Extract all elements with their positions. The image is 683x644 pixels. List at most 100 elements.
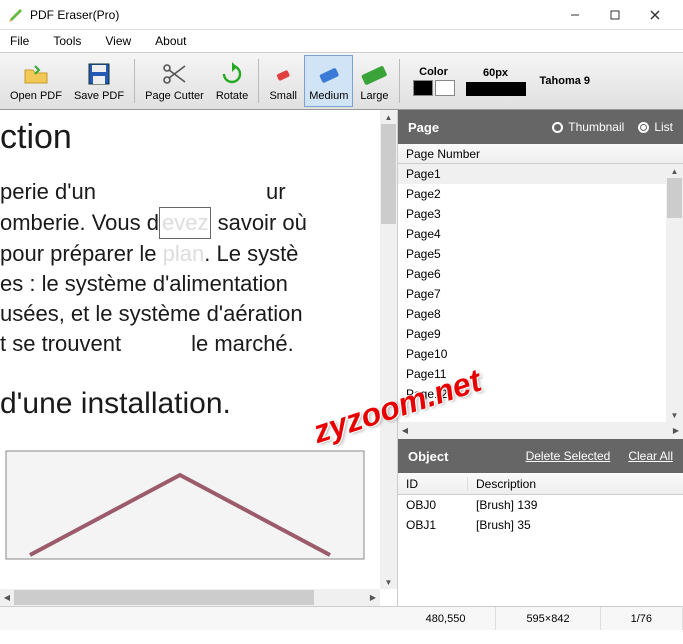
doc-heading: ction [0,118,380,157]
scroll-down-icon[interactable]: ▼ [666,408,683,422]
folder-open-icon [22,60,50,88]
canvas[interactable]: ction perie d'unur omberie. Vous devez s… [0,110,398,606]
eraser-large-label: Large [360,90,388,102]
brush-size[interactable]: 60px [466,67,526,96]
status-dimensions: 595×842 [496,607,600,630]
document-view[interactable]: ction perie d'unur omberie. Vous devez s… [0,110,380,589]
scroll-down-icon[interactable]: ▼ [380,575,397,589]
scroll-thumb[interactable] [14,590,314,605]
open-pdf-button[interactable]: Open PDF [5,55,67,107]
menu-file[interactable]: File [10,34,29,48]
obj-col-desc: Description [468,477,683,491]
eraser-small-button[interactable]: Small [264,55,302,107]
object-row[interactable]: OBJ0[Brush] 139 [398,495,683,515]
eraser-medium-label: Medium [309,90,348,102]
scroll-thumb[interactable] [667,178,682,218]
save-pdf-label: Save PDF [74,90,124,102]
object-list[interactable]: OBJ0[Brush] 139OBJ1[Brush] 35 [398,495,683,606]
menubar: File Tools View About [0,30,683,52]
clear-all-link[interactable]: Clear All [628,449,673,463]
object-column-header[interactable]: ID Description [398,473,683,495]
eraser-medium-button[interactable]: Medium [304,55,353,107]
rotate-label: Rotate [216,90,248,102]
object-header-label: Object [408,449,448,464]
color-label: Color [419,66,448,78]
house-drawing [0,445,370,565]
scissors-icon [160,60,188,88]
page-list-item[interactable]: Page3 [398,204,683,224]
font-label[interactable]: Tahoma 9 [540,75,591,87]
canvas-vscrollbar[interactable]: ▲ ▼ [380,110,397,589]
eraser-small-icon [269,60,297,88]
titlebar: PDF Eraser(Pro) [0,0,683,30]
menu-about[interactable]: About [155,34,186,48]
scroll-left-icon[interactable]: ◀ [0,589,14,606]
eraser-large-icon [360,60,388,88]
swatch-black[interactable] [413,80,433,96]
window-title: PDF Eraser(Pro) [30,8,555,22]
page-cutter-label: Page Cutter [145,90,204,102]
workarea: ction perie d'unur omberie. Vous devez s… [0,110,683,606]
separator [134,59,135,103]
brush-size-label: 60px [483,67,508,79]
eraser-small-label: Small [269,90,297,102]
scroll-up-icon[interactable]: ▲ [380,110,397,124]
page-list-item[interactable]: Page2 [398,184,683,204]
open-pdf-label: Open PDF [10,90,62,102]
doc-heading2: d'une installation. [0,387,380,421]
page-list-item[interactable]: Page4 [398,224,683,244]
pagelist-vscrollbar[interactable]: ▲ ▼ [666,164,683,422]
page-cutter-button[interactable]: Page Cutter [140,55,209,107]
list-radio[interactable] [638,122,649,133]
page-list-item[interactable]: Page9 [398,324,683,344]
page-list-item[interactable]: Page1 [398,164,683,184]
page-list-item[interactable]: Page10 [398,344,683,364]
canvas-hscrollbar[interactable]: ◀ ▶ [0,589,380,606]
object-row[interactable]: OBJ1[Brush] 35 [398,515,683,535]
delete-selected-link[interactable]: Delete Selected [526,449,611,463]
eraser-medium-icon [315,60,343,88]
status-page: 1/76 [601,607,683,630]
scroll-thumb[interactable] [381,124,396,224]
statusbar: 480,550 595×842 1/76 [0,606,683,630]
page-list[interactable]: Page1Page2Page3Page4Page5Page6Page7Page8… [398,164,683,422]
object-panel-header: Object Delete Selected Clear All [398,439,683,473]
floppy-icon [85,60,113,88]
color-picker[interactable]: Color [412,66,456,96]
close-button[interactable] [635,1,675,29]
scroll-right-icon[interactable]: ▶ [366,589,380,606]
save-pdf-button[interactable]: Save PDF [69,55,129,107]
page-list-item[interactable]: Page6 [398,264,683,284]
status-coords: 480,550 [396,607,497,630]
pagelist-hscrollbar[interactable]: ◀ ▶ [398,422,683,439]
app-icon [8,7,24,23]
page-list-item[interactable]: Page11 [398,364,683,384]
toolbar: Open PDF Save PDF Page Cutter Rotate Sma… [0,52,683,110]
thumbnail-label[interactable]: Thumbnail [568,120,624,134]
minimize-button[interactable] [555,1,595,29]
thumbnail-radio[interactable] [552,122,563,133]
page-column-header[interactable]: Page Number [398,144,683,164]
maximize-button[interactable] [595,1,635,29]
page-list-item[interactable]: Page5 [398,244,683,264]
separator [399,59,400,103]
menu-tools[interactable]: Tools [53,34,81,48]
scroll-left-icon[interactable]: ◀ [398,422,412,439]
page-list-item[interactable]: Page8 [398,304,683,324]
swatch-white[interactable] [435,80,455,96]
rotate-icon [218,60,246,88]
menu-view[interactable]: View [105,34,131,48]
separator [258,59,259,103]
obj-col-id: ID [398,477,468,491]
brush-size-preview [466,82,526,96]
eraser-large-button[interactable]: Large [355,55,393,107]
scroll-up-icon[interactable]: ▲ [666,164,683,178]
page-list-item[interactable]: Page12 [398,384,683,404]
side-panel: Page Thumbnail List Page Number Page1Pag… [398,110,683,606]
rotate-button[interactable]: Rotate [211,55,253,107]
page-header-label: Page [408,120,439,135]
page-panel-header: Page Thumbnail List [398,110,683,144]
page-list-item[interactable]: Page7 [398,284,683,304]
scroll-right-icon[interactable]: ▶ [669,422,683,439]
list-label[interactable]: List [654,120,673,134]
